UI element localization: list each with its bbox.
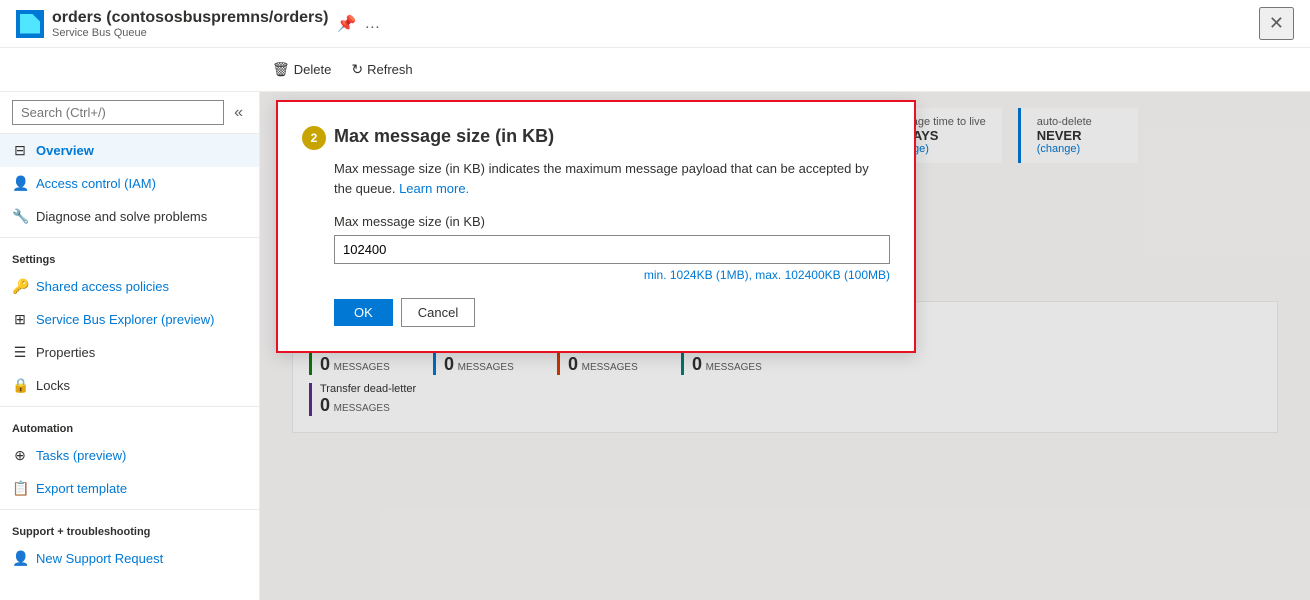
- policy-icon: 🔑: [12, 278, 28, 295]
- close-button[interactable]: ✕: [1259, 7, 1294, 40]
- sidebar-item-diagnose[interactable]: 🔧 Diagnose and solve problems: [0, 200, 259, 233]
- cancel-button[interactable]: Cancel: [401, 298, 475, 327]
- title-left: orders (contososbuspremns/orders) Servic…: [16, 9, 380, 39]
- new-support-icon: 👤: [12, 550, 28, 567]
- sidebar-item-label: Export template: [36, 481, 127, 496]
- step-badge: 2: [302, 126, 326, 150]
- iam-icon: 👤: [12, 175, 28, 192]
- modal-content: Max message size (in KB) Max message siz…: [334, 126, 890, 327]
- sidebar-item-overview[interactable]: ⊟ Overview: [0, 134, 259, 167]
- modal-title: Max message size (in KB): [334, 126, 890, 147]
- sidebar-item-label: Properties: [36, 345, 95, 360]
- sidebar-item-label: Shared access policies: [36, 279, 169, 294]
- sidebar-item-locks[interactable]: 🔒 Locks: [0, 369, 259, 402]
- title-bar: orders (contososbuspremns/orders) Servic…: [0, 0, 1310, 48]
- app-icon: [16, 10, 44, 38]
- sidebar-item-label: Service Bus Explorer (preview): [36, 312, 214, 327]
- properties-icon: ☰: [12, 344, 28, 361]
- modal-overlay: 2 Max message size (in KB) Max message s…: [260, 92, 1310, 600]
- delete-button[interactable]: 🗑 Delete: [264, 57, 339, 82]
- explorer-icon: ⊞: [12, 311, 28, 328]
- refresh-button[interactable]: ↻ Refresh: [343, 57, 420, 82]
- more-icon[interactable]: …: [364, 15, 380, 33]
- sidebar-item-new-support[interactable]: 👤 New Support Request: [0, 542, 259, 575]
- ok-button[interactable]: OK: [334, 299, 393, 326]
- page-subtitle: Service Bus Queue: [52, 27, 329, 39]
- export-icon: 📋: [12, 480, 28, 497]
- sidebar-item-iam[interactable]: 👤 Access control (IAM): [0, 167, 259, 200]
- modal-hint: min. 1024KB (1MB), max. 102400KB (100MB): [334, 268, 890, 282]
- overview-icon: ⊟: [12, 142, 28, 159]
- modal-box: 2 Max message size (in KB) Max message s…: [276, 100, 916, 353]
- sidebar-item-label: Overview: [36, 143, 94, 158]
- lock-icon: 🔒: [12, 377, 28, 394]
- sidebar: « ⊟ Overview 👤 Access control (IAM) 🔧 Di…: [0, 92, 260, 600]
- support-section-header: Support + troubleshooting: [0, 514, 259, 542]
- toolbar: 🗑 Delete ↻ Refresh: [0, 48, 1310, 92]
- tasks-icon: ⊕: [12, 447, 28, 464]
- sidebar-item-label: New Support Request: [36, 551, 163, 566]
- sidebar-item-export[interactable]: 📋 Export template: [0, 472, 259, 505]
- delete-icon: 🗑: [272, 61, 290, 78]
- page-title: orders (contososbuspremns/orders): [52, 9, 329, 27]
- max-message-size-input[interactable]: [334, 235, 890, 264]
- refresh-icon: ↻: [351, 61, 363, 78]
- title-text: orders (contososbuspremns/orders) Servic…: [52, 9, 329, 39]
- modal-field-label: Max message size (in KB): [334, 214, 890, 229]
- content-area: 2 Max message size (in KB) Max message s…: [260, 92, 1310, 600]
- collapse-button[interactable]: «: [230, 102, 247, 124]
- modal-description: Max message size (in KB) indicates the m…: [334, 159, 890, 198]
- sidebar-item-label: Access control (IAM): [36, 176, 156, 191]
- main-layout: « ⊟ Overview 👤 Access control (IAM) 🔧 Di…: [0, 92, 1310, 600]
- sidebar-item-label: Diagnose and solve problems: [36, 209, 207, 224]
- search-bar: «: [0, 92, 259, 134]
- sidebar-item-shared-access[interactable]: 🔑 Shared access policies: [0, 270, 259, 303]
- diagnose-icon: 🔧: [12, 208, 28, 225]
- sidebar-item-label: Locks: [36, 378, 70, 393]
- learn-more-link[interactable]: Learn more.: [399, 181, 469, 196]
- pin-icon[interactable]: 📌: [337, 14, 357, 34]
- modal-step-row: 2 Max message size (in KB) Max message s…: [302, 126, 890, 327]
- sidebar-item-tasks[interactable]: ⊕ Tasks (preview): [0, 439, 259, 472]
- modal-actions: OK Cancel: [334, 298, 890, 327]
- sidebar-item-properties[interactable]: ☰ Properties: [0, 336, 259, 369]
- search-input[interactable]: [12, 100, 224, 125]
- settings-section-header: Settings: [0, 242, 259, 270]
- sidebar-item-label: Tasks (preview): [36, 448, 126, 463]
- sidebar-item-explorer[interactable]: ⊞ Service Bus Explorer (preview): [0, 303, 259, 336]
- automation-section-header: Automation: [0, 411, 259, 439]
